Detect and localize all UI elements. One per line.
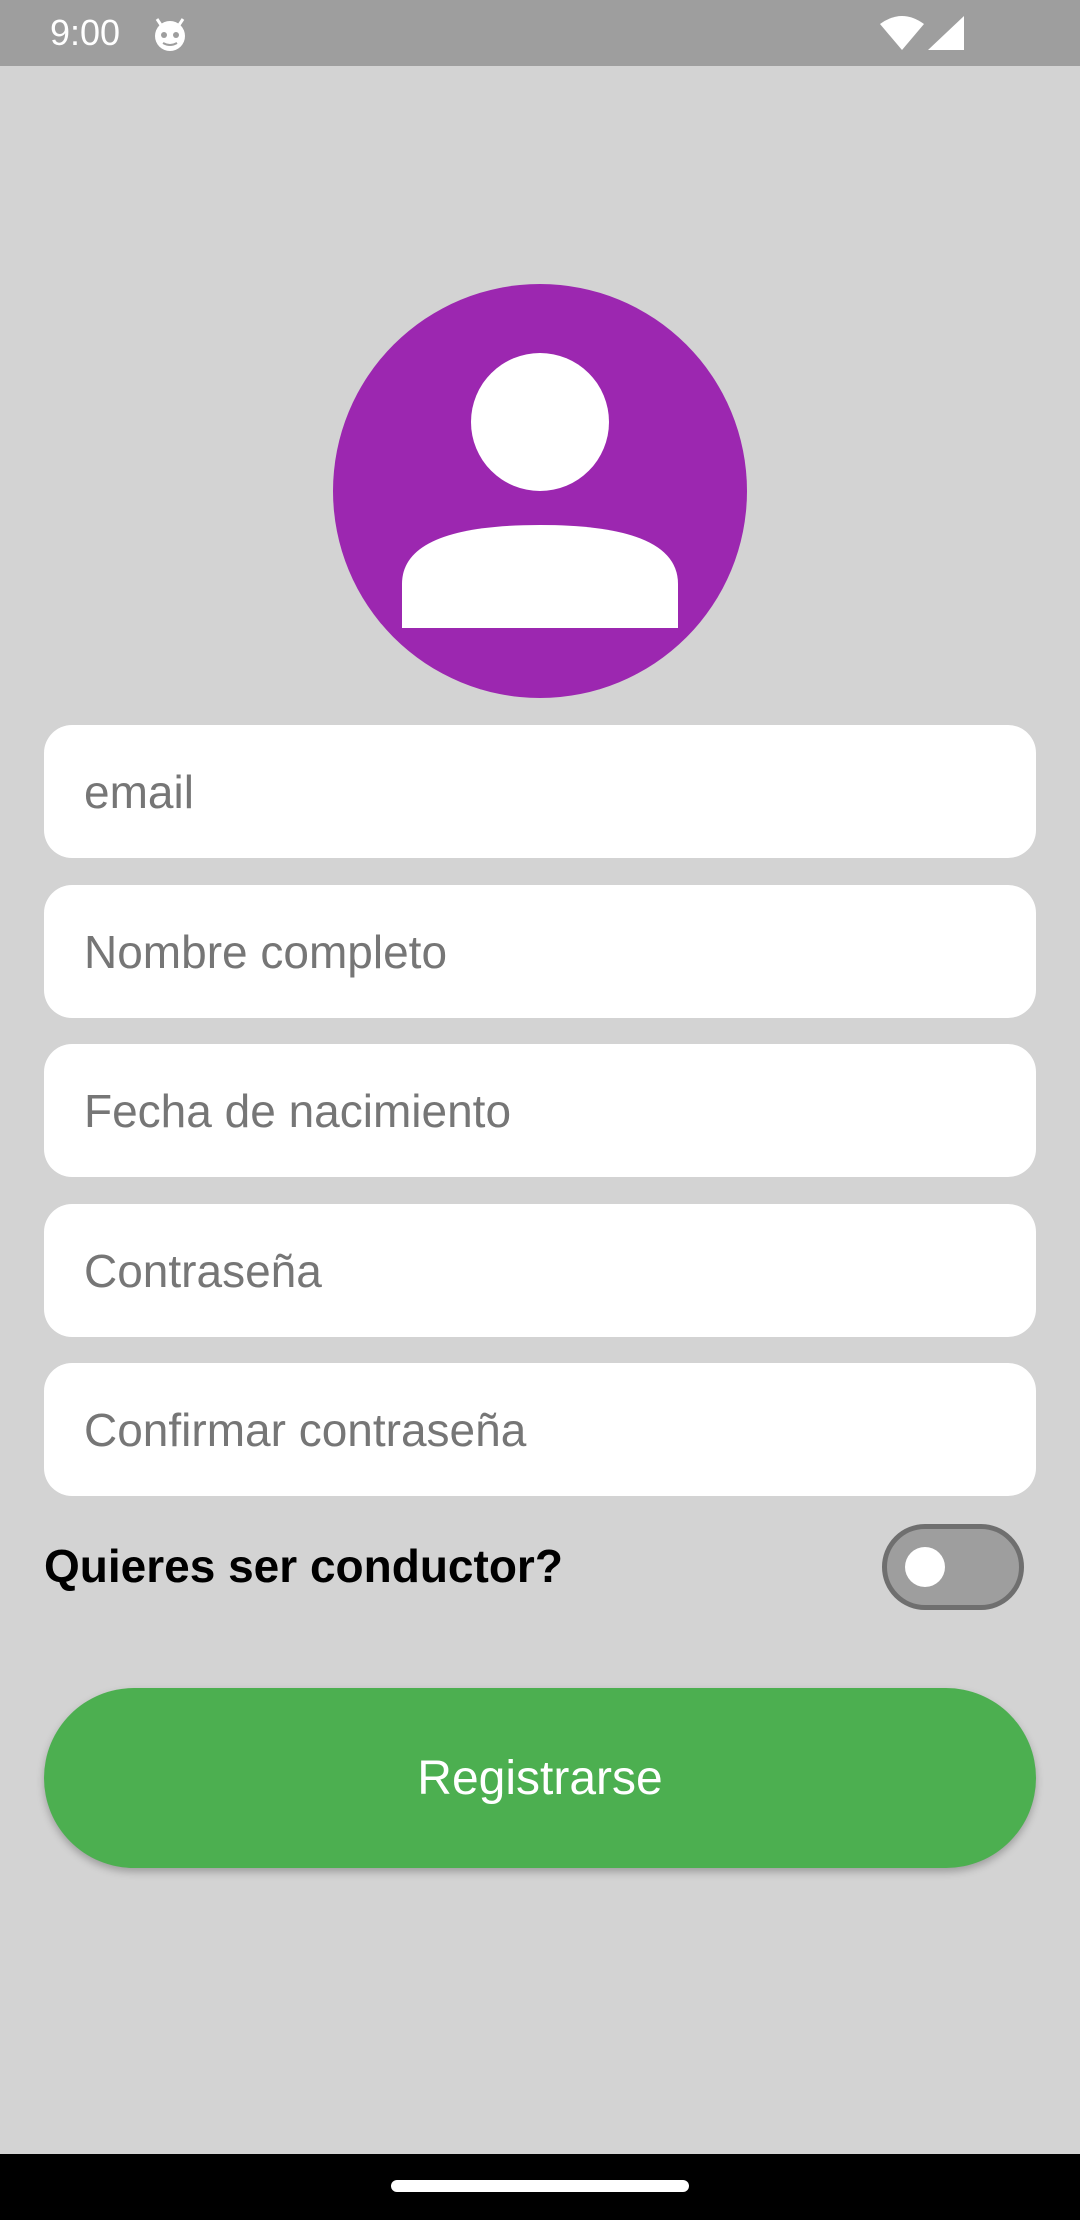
android-app-icon: [152, 16, 188, 52]
person-icon: [402, 353, 678, 628]
avatar[interactable]: [333, 284, 747, 698]
driver-toggle[interactable]: [882, 1524, 1024, 1610]
full-name-field[interactable]: [44, 885, 1036, 1018]
status-bar: 9:00: [0, 0, 1080, 66]
wifi-icon: [880, 16, 924, 50]
confirm-password-field[interactable]: [44, 1363, 1036, 1496]
home-indicator[interactable]: [391, 2180, 689, 2192]
register-button[interactable]: Registrarse: [44, 1688, 1036, 1868]
password-field[interactable]: [44, 1204, 1036, 1337]
driver-question-label: Quieres ser conductor?: [44, 1540, 563, 1592]
email-field[interactable]: [44, 725, 1036, 858]
birthdate-field[interactable]: [44, 1044, 1036, 1177]
toggle-thumb: [905, 1547, 945, 1587]
status-time: 9:00: [50, 12, 121, 53]
cellular-signal-icon: [928, 16, 964, 50]
